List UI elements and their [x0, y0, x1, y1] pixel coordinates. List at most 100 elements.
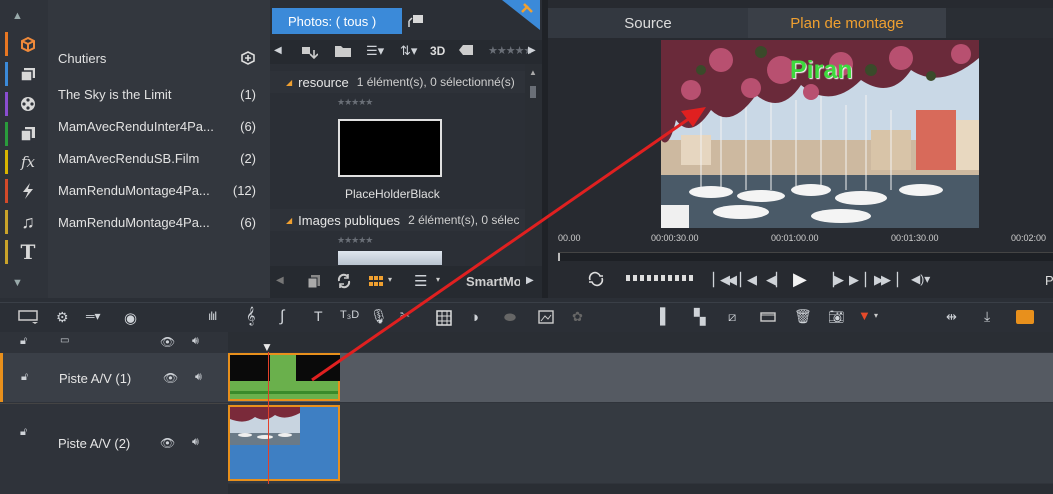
gear-icon[interactable]: ⚙: [56, 309, 69, 326]
master-track-icon[interactable]: ▭: [60, 335, 69, 346]
treble-clef-icon[interactable]: 𝄞: [246, 308, 255, 326]
preview-ruler[interactable]: 00.00 00:00:30.00 00:01:00.00 00:01:30.0…: [548, 230, 1053, 250]
track-height-icon[interactable]: ═▾: [86, 309, 101, 323]
speaker-icon[interactable]: 🔊︎: [192, 436, 199, 449]
track-header-av2[interactable]: 🔓︎ Piste A/V (2) 👁︎ 🔊︎: [0, 403, 228, 483]
track-lane-av2[interactable]: [228, 403, 1053, 483]
group-header-images[interactable]: ◢ Images publiques 2 élément(s), 0 sélec: [270, 209, 525, 231]
jog-shuttle[interactable]: [626, 275, 694, 281]
disc-icon[interactable]: ◉: [124, 309, 137, 327]
lock-icon[interactable]: 🔓︎: [21, 371, 28, 384]
timeline-ruler[interactable]: [228, 332, 1053, 352]
scissors-icon[interactable]: ✂︎: [400, 308, 410, 322]
sort-icon[interactable]: ⇅▾: [400, 43, 417, 59]
details-view-icon[interactable]: ☰: [414, 272, 427, 290]
motion-tracking-icon[interactable]: [436, 310, 452, 326]
group-header-resource[interactable]: ◢ resource 1 élément(s), 0 sélectionné(s…: [270, 71, 525, 93]
timeline-clip-photo[interactable]: [228, 405, 340, 481]
scroll-right-icon[interactable]: ▶: [528, 45, 536, 56]
tab-source[interactable]: Source: [548, 8, 748, 38]
smartmovie-button[interactable]: SmartMo: [466, 274, 520, 289]
color-correction-icon[interactable]: ◑: [470, 309, 479, 326]
step-forward-icon[interactable]: ▕▶: [824, 272, 844, 288]
scroll-up-icon[interactable]: ▲: [12, 10, 23, 22]
library-tab-photos[interactable]: Photos: ( tous ): [272, 8, 402, 34]
marker-color-icon[interactable]: ▼: [858, 308, 871, 323]
flag-icon[interactable]: ▚: [694, 308, 706, 326]
folder-icon[interactable]: [334, 44, 352, 58]
speaker-icon[interactable]: 🔊︎: [192, 335, 199, 348]
stacked-pages-icon[interactable]: [5, 120, 48, 148]
title-t-icon[interactable]: T: [5, 238, 48, 266]
media-thumbnail-partial[interactable]: [338, 251, 442, 265]
bin-item[interactable]: MamRenduMontage4Pa... (6): [48, 210, 270, 234]
split-clip-icon[interactable]: ⧄: [728, 309, 736, 325]
scroll-down-icon[interactable]: ▼: [12, 277, 23, 289]
eye-icon[interactable]: 👁︎: [163, 371, 178, 385]
cut-line-icon[interactable]: ⤓: [984, 308, 990, 325]
list-view-icon[interactable]: ☰▾: [366, 43, 384, 59]
speaker-icon[interactable]: 🔊︎: [195, 371, 202, 384]
film-reel-icon[interactable]: [5, 90, 48, 118]
next-frame-icon[interactable]: ▶▕: [849, 272, 866, 288]
go-to-end-icon[interactable]: ▶▶▕: [874, 272, 898, 288]
audio-levels-icon[interactable]: ılıl: [208, 309, 217, 323]
ripple-icon[interactable]: ⇹: [946, 309, 957, 325]
add-bin-icon[interactable]: [240, 50, 256, 66]
paw-icon[interactable]: ✿: [572, 309, 583, 325]
eye-icon[interactable]: 👁︎: [160, 335, 175, 349]
marker-dropdown-icon[interactable]: ▾: [874, 311, 878, 320]
item-rating-stars[interactable]: ★★★★★: [337, 97, 373, 108]
scroll-right-icon[interactable]: ▶: [526, 275, 534, 286]
collapse-icon[interactable]: ◢: [286, 78, 292, 87]
blend-icon[interactable]: ⬬: [504, 309, 516, 326]
track-settings-icon[interactable]: [18, 310, 40, 324]
transition-bolt-icon[interactable]: [5, 177, 48, 205]
media-thumbnail-black[interactable]: [338, 119, 442, 177]
library-scrollbar[interactable]: ▲: [525, 64, 542, 266]
item-rating-stars[interactable]: ★★★★★: [337, 235, 373, 246]
bin-item[interactable]: MamAvecRenduSB.Film (2): [48, 146, 270, 170]
fx-icon[interactable]: fx: [5, 148, 48, 176]
bin-item[interactable]: The Sky is the Limit (1): [48, 82, 270, 106]
project-bin-icon[interactable]: [5, 30, 48, 58]
loop-icon[interactable]: [586, 271, 606, 287]
tag-icon[interactable]: [458, 44, 474, 56]
details-options-icon[interactable]: ▾: [436, 275, 440, 284]
grid-view-icon[interactable]: [368, 273, 384, 289]
video-frame[interactable]: Piran: [661, 40, 979, 228]
scroll-left-icon[interactable]: ◀: [276, 275, 284, 286]
pin-icon[interactable]: [502, 0, 540, 30]
eye-icon[interactable]: 👁︎: [160, 436, 175, 450]
collection-icon[interactable]: [306, 273, 322, 289]
volume-icon[interactable]: ◀)▾: [911, 272, 930, 286]
track-lane-av1[interactable]: [228, 353, 1053, 402]
import-icon[interactable]: [300, 44, 318, 60]
timeline-area[interactable]: ▼: [228, 332, 1053, 494]
bin-item[interactable]: MamRenduMontage4Pa... (12): [48, 178, 270, 202]
music-note-icon[interactable]: ♫: [5, 208, 48, 236]
collections-icon[interactable]: [5, 60, 48, 88]
track-header-av1[interactable]: 🔓︎ Piste A/V (1) 👁︎ 🔊︎: [0, 353, 228, 402]
image-edit-icon[interactable]: [538, 310, 554, 324]
collapse-icon[interactable]: ◢: [286, 216, 292, 225]
3d-filter-button[interactable]: 3D: [430, 44, 445, 58]
magnet-snap-icon[interactable]: [1016, 310, 1034, 324]
lock-icon[interactable]: 🔓︎: [20, 426, 27, 439]
rating-filter-stars[interactable]: ★★★★★: [488, 44, 533, 57]
tab-timeline[interactable]: Plan de montage: [748, 8, 946, 38]
new-tab-icon[interactable]: [408, 14, 424, 28]
title-icon[interactable]: T: [314, 308, 323, 324]
go-to-start-icon[interactable]: ▏◀◀: [713, 272, 737, 288]
3d-title-icon[interactable]: T₃D: [340, 309, 359, 321]
marker-icon[interactable]: ▌: [660, 308, 671, 325]
scorefitter-icon[interactable]: ∫: [280, 308, 284, 326]
snapshot-camera-icon[interactable]: 📷︎: [828, 309, 845, 325]
timeline-clip-title[interactable]: [228, 353, 340, 401]
playhead-marker-icon[interactable]: ▼: [261, 340, 273, 354]
bin-item[interactable]: MamAvecRenduInter4Pa... (6): [48, 114, 270, 138]
previous-frame-icon[interactable]: ▏◀: [740, 272, 757, 288]
trash-icon[interactable]: 🗑︎: [794, 308, 812, 325]
microphone-icon[interactable]: 🎙︎: [370, 308, 388, 325]
sync-icon[interactable]: [336, 273, 352, 289]
